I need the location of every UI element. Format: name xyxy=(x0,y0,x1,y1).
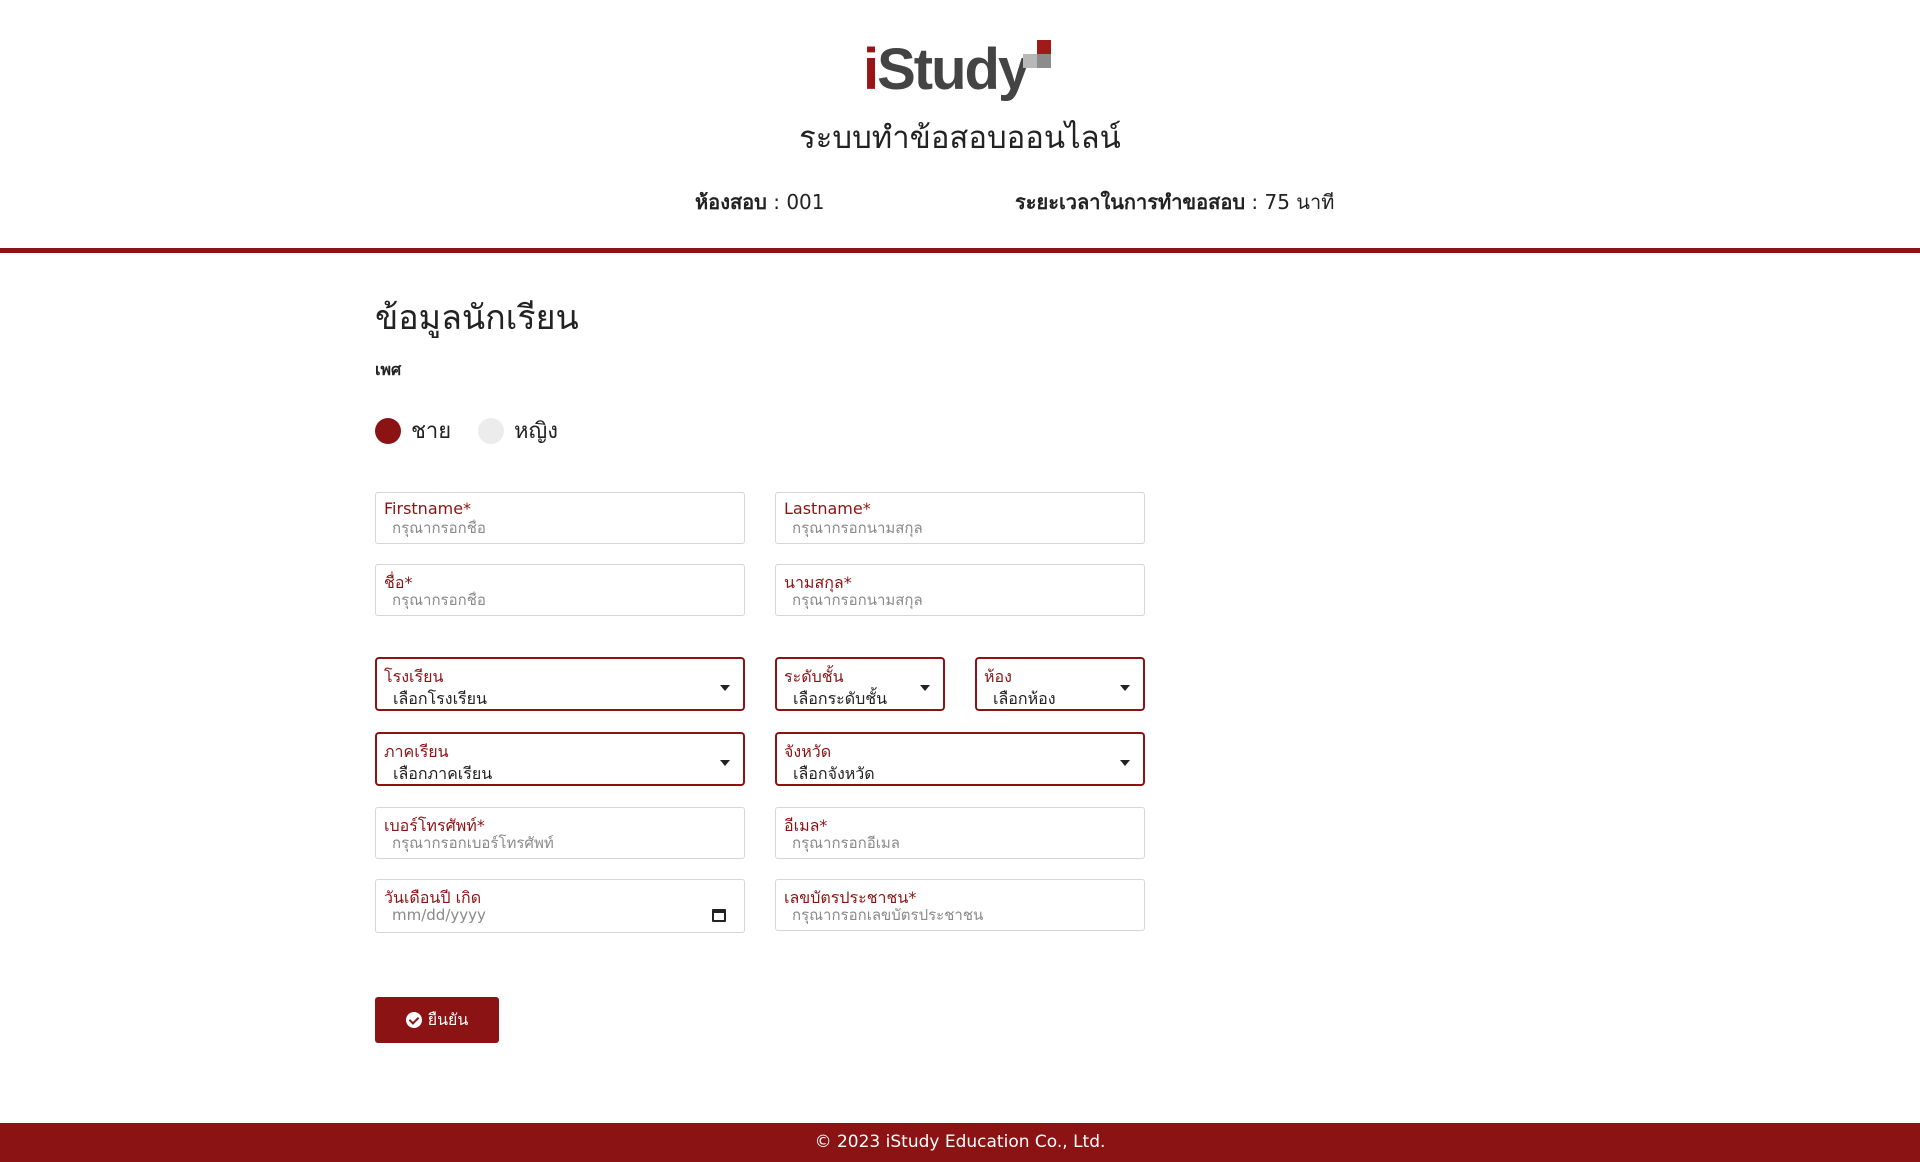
grade-value: เลือกระดับชั้น xyxy=(793,689,888,708)
classroom-select[interactable]: ห้อง เลือกห้อง xyxy=(975,657,1145,711)
logo-text-i: i xyxy=(863,37,879,102)
check-circle-icon xyxy=(405,1012,422,1028)
chevron-down-icon xyxy=(720,685,730,691)
surname-th-input[interactable] xyxy=(792,591,1134,609)
gender-male-label: ชาย xyxy=(411,419,452,444)
gender-label: เพศ xyxy=(375,360,402,379)
gender-female-label: หญิง xyxy=(514,419,558,444)
gender-radio-female[interactable]: หญิง xyxy=(478,413,558,448)
logo-square-light xyxy=(1023,54,1037,68)
exam-duration-info: ระยะเวลาในการทำขอสอบ : 75 นาที xyxy=(1015,186,1334,218)
gender-radio-male[interactable]: ชาย xyxy=(375,413,451,448)
radio-dot-checked[interactable] xyxy=(375,417,401,444)
exam-room-value: : 001 xyxy=(773,190,825,214)
surname-th-field: นามสกุล* xyxy=(775,564,1145,616)
name-th-field: ชื่อ* xyxy=(375,564,745,616)
exam-room-info: ห้องสอบ : 001 xyxy=(695,186,825,218)
radio-dot-unchecked[interactable] xyxy=(478,417,504,444)
section-title: ข้อมูลนักเรียน xyxy=(375,298,579,338)
chevron-down-icon xyxy=(1120,760,1130,766)
birthdate-field: วันเดือนปี เกิด xyxy=(375,879,745,933)
chevron-down-icon xyxy=(720,760,730,766)
firstname-label: Firstname* xyxy=(384,499,472,518)
lastname-input[interactable] xyxy=(792,519,1134,537)
chevron-down-icon xyxy=(920,685,930,691)
lastname-label: Lastname* xyxy=(784,499,871,518)
province-value: เลือกจังหวัด xyxy=(793,764,875,783)
region-select[interactable]: ภาคเรียน เลือกภาคเรียน xyxy=(375,732,745,786)
name-th-input[interactable] xyxy=(392,591,734,609)
id-card-input[interactable] xyxy=(792,906,1134,924)
exam-duration-label: ระยะเวลาในการทำขอสอบ xyxy=(1015,190,1246,214)
school-value: เลือกโรงเรียน xyxy=(393,689,487,708)
firstname-input[interactable] xyxy=(392,519,734,537)
id-card-field: เลขบัตรประชาชน* xyxy=(775,879,1145,931)
lastname-field: Lastname* xyxy=(775,492,1145,544)
footer-copyright: © 2023 iStudy Education Co., Ltd. xyxy=(814,1132,1106,1152)
birthdate-input[interactable] xyxy=(392,906,734,924)
email-field: อีเมล* xyxy=(775,807,1145,859)
grade-select[interactable]: ระดับชั้น เลือกระดับชั้น xyxy=(775,657,945,711)
logo-square-grey xyxy=(1037,54,1051,68)
region-value: เลือกภาคเรียน xyxy=(393,764,493,783)
exam-duration-value: : 75 นาที xyxy=(1251,190,1335,214)
school-select[interactable]: โรงเรียน เลือกโรงเรียน xyxy=(375,657,745,711)
email-input[interactable] xyxy=(792,834,1134,852)
header-divider xyxy=(0,248,1920,253)
submit-label: ยืนยัน xyxy=(427,1009,469,1029)
system-title: ระบบทำข้อสอบออนไลน์ xyxy=(799,120,1121,156)
phone-input[interactable] xyxy=(392,834,734,852)
logo-text-rest: Study xyxy=(877,37,1030,102)
submit-button[interactable]: ยืนยัน xyxy=(375,997,499,1043)
classroom-value: เลือกห้อง xyxy=(993,689,1056,708)
footer: © 2023 iStudy Education Co., Ltd. xyxy=(0,1123,1920,1162)
logo-square-red xyxy=(1037,40,1051,54)
firstname-field: Firstname* xyxy=(375,492,745,544)
istudy-logo: iStudy xyxy=(863,36,1063,104)
province-select[interactable]: จังหวัด เลือกจังหวัด xyxy=(775,732,1145,786)
page-header: iStudy ระบบทำข้อสอบออนไลน์ ห้องสอบ : 001… xyxy=(0,0,1920,253)
phone-field: เบอร์โทรศัพท์* xyxy=(375,807,745,859)
calendar-icon[interactable] xyxy=(712,909,726,922)
exam-room-label: ห้องสอบ xyxy=(695,190,767,214)
chevron-down-icon xyxy=(1120,685,1130,691)
